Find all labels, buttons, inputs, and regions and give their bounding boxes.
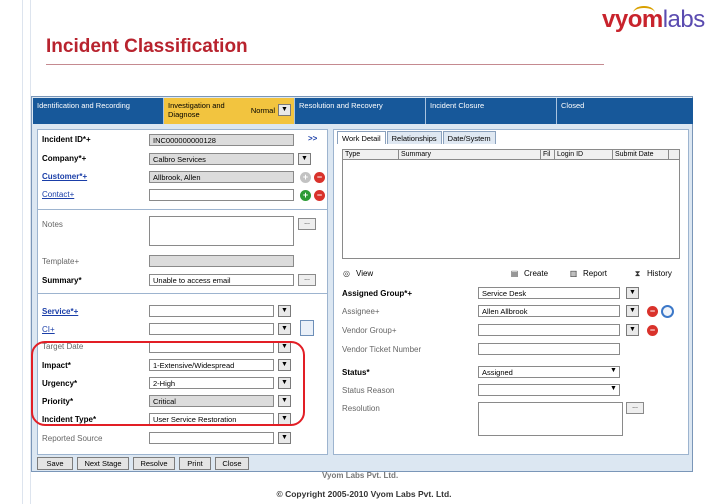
create-icon: ▤ xyxy=(510,269,519,278)
assignee-field[interactable]: Allen Allbrook xyxy=(478,305,620,317)
stage-identification[interactable]: Identification and Recording xyxy=(33,98,164,124)
customer-field[interactable]: Allbrook, Allen xyxy=(149,171,294,183)
resolution-label: Resolution xyxy=(342,404,380,413)
status-dropdown-icon[interactable]: ▼ xyxy=(607,366,620,378)
report-action[interactable]: ▥ Report xyxy=(569,269,607,278)
close-button[interactable]: Close xyxy=(215,457,249,470)
company-field[interactable]: Calbro Services xyxy=(149,153,294,165)
document-icon[interactable] xyxy=(300,320,314,336)
summary-label: Summary* xyxy=(42,276,82,285)
status-reason-label: Status Reason xyxy=(342,386,395,395)
tab-date-system[interactable]: Date/System xyxy=(442,131,496,144)
template-field[interactable] xyxy=(149,255,294,267)
history-icon: ⧗ xyxy=(634,269,641,278)
stage-resolution[interactable]: Resolution and Recovery xyxy=(295,98,426,124)
view-icon: ◎ xyxy=(343,269,350,278)
history-action[interactable]: ⧗ History xyxy=(633,269,672,278)
report-icon: ▥ xyxy=(569,269,578,278)
decorative-line xyxy=(22,0,23,504)
classification-highlight xyxy=(31,341,305,426)
logo-swirl-icon xyxy=(633,6,655,20)
dropdown-arrow-icon[interactable]: ▼ xyxy=(278,104,291,116)
add-icon[interactable]: + xyxy=(300,172,311,183)
action-button-bar: Save Next Stage Resolve Print Close xyxy=(32,456,332,472)
stage-mode-select[interactable]: Normal ▼ xyxy=(251,104,291,116)
detail-tabs: Work Detail Relationships Date/System xyxy=(337,131,497,144)
vendor-group-dropdown-icon[interactable]: ▼ xyxy=(626,324,639,336)
reported-source-select[interactable] xyxy=(149,432,274,444)
reported-source-dropdown-icon[interactable]: ▼ xyxy=(278,432,291,444)
column-header[interactable]: Submit Date xyxy=(613,150,669,160)
assignee-label: Assignee+ xyxy=(342,307,380,316)
resolution-expand-button[interactable]: ... xyxy=(626,402,644,414)
ci-field[interactable] xyxy=(149,323,274,335)
assigned-group-label: Assigned Group*+ xyxy=(342,289,413,298)
vendor-group-field[interactable] xyxy=(478,324,620,336)
vendor-group-label: Vendor Group+ xyxy=(342,326,397,335)
notes-textarea[interactable] xyxy=(149,216,294,246)
notes-expand-button[interactable]: ... xyxy=(298,218,316,230)
vendor-ticket-label: Vendor Ticket Number xyxy=(342,345,422,354)
assigned-group-dropdown-icon[interactable]: ▼ xyxy=(626,287,639,299)
service-dropdown-icon[interactable]: ▼ xyxy=(278,305,291,317)
tab-work-detail[interactable]: Work Detail xyxy=(337,131,386,144)
status-label: Status* xyxy=(342,368,370,377)
remove-icon[interactable]: − xyxy=(647,325,658,336)
column-header[interactable]: Summary xyxy=(399,150,541,160)
company-dropdown-icon[interactable]: ▼ xyxy=(298,153,311,165)
incident-id-label: Incident ID*+ xyxy=(42,135,91,144)
summary-field[interactable]: Unable to access email xyxy=(149,274,294,286)
status-reason-dropdown-icon[interactable]: ▼ xyxy=(607,384,620,396)
add-icon[interactable]: + xyxy=(300,190,311,201)
resolution-textarea[interactable] xyxy=(478,402,623,436)
slide-title: Incident Classification xyxy=(46,36,248,57)
assigned-group-field[interactable]: Service Desk xyxy=(478,287,620,299)
save-button[interactable]: Save xyxy=(37,457,73,470)
stage-investigation[interactable]: Investigation and Diagnose Normal ▼ xyxy=(164,98,295,124)
title-divider xyxy=(46,64,604,65)
expand-link[interactable]: >> xyxy=(308,134,317,143)
next-stage-button[interactable]: Next Stage xyxy=(77,457,129,470)
customer-link[interactable]: Customer*+ xyxy=(42,172,87,181)
view-action[interactable]: ◎ View xyxy=(342,269,373,278)
stage-closure[interactable]: Incident Closure xyxy=(426,98,557,124)
clock-icon[interactable] xyxy=(661,305,674,318)
assignee-dropdown-icon[interactable]: ▼ xyxy=(626,305,639,317)
column-header[interactable]: Login ID xyxy=(555,150,613,160)
table-header: Type Summary Fil Login ID Submit Date xyxy=(343,150,679,160)
ci-link[interactable]: CI+ xyxy=(42,325,55,334)
work-detail-panel: Work Detail Relationships Date/System Ty… xyxy=(333,129,689,455)
print-button[interactable]: Print xyxy=(179,457,211,470)
remove-icon[interactable]: − xyxy=(314,172,325,183)
stage-closed[interactable]: Closed xyxy=(557,98,693,124)
service-field[interactable] xyxy=(149,305,274,317)
status-select[interactable]: Assigned xyxy=(478,366,620,378)
ci-dropdown-icon[interactable]: ▼ xyxy=(278,323,291,335)
contact-field[interactable] xyxy=(149,189,294,201)
template-label: Template+ xyxy=(42,257,80,266)
tab-relationships[interactable]: Relationships xyxy=(386,131,442,144)
create-action[interactable]: ▤ Create xyxy=(510,269,548,278)
company-label: Company*+ xyxy=(42,154,87,163)
copyright: © Copyright 2005-2010 Vyom Labs Pvt. Ltd… xyxy=(276,489,452,499)
contact-link[interactable]: Contact+ xyxy=(42,190,74,199)
status-reason-select[interactable] xyxy=(478,384,620,396)
column-header[interactable]: Type xyxy=(343,150,399,160)
remove-icon[interactable]: − xyxy=(647,306,658,317)
incident-id-field[interactable]: INC000000000128 xyxy=(149,134,294,146)
summary-expand-button[interactable]: ... xyxy=(298,274,316,286)
vendor-ticket-field[interactable] xyxy=(478,343,620,355)
reported-source-label: Reported Source xyxy=(42,434,103,443)
notes-label: Notes xyxy=(42,220,63,229)
column-header[interactable]: Fil xyxy=(541,150,555,160)
work-detail-table[interactable]: Type Summary Fil Login ID Submit Date xyxy=(342,149,680,259)
remove-icon[interactable]: − xyxy=(314,190,325,201)
service-link[interactable]: Service*+ xyxy=(42,307,78,316)
resolve-button[interactable]: Resolve xyxy=(133,457,175,470)
stage-bar: Identification and Recording Investigati… xyxy=(33,98,693,124)
footer-company-text: Vyom Labs Pvt. Ltd. xyxy=(322,471,399,480)
